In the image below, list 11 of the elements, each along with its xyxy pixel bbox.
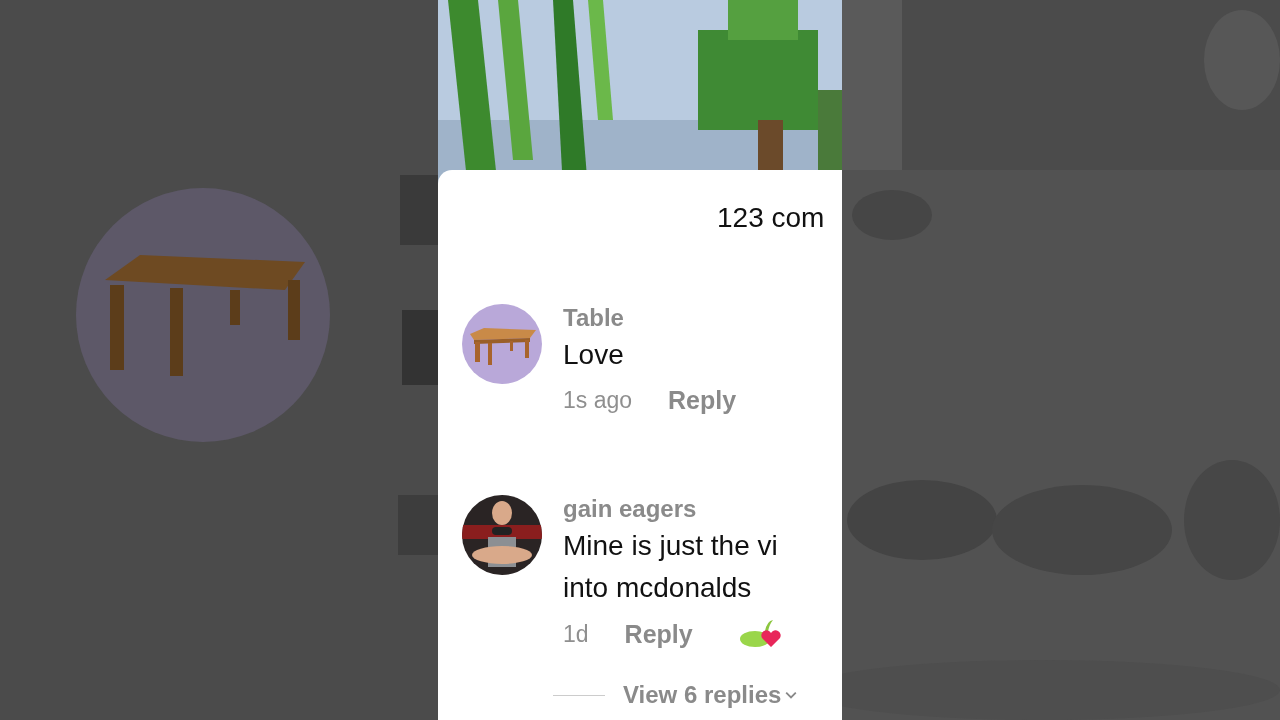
comment-author[interactable]: gain eagers	[563, 495, 783, 523]
reply-button[interactable]: Reply	[668, 386, 737, 415]
comment-author[interactable]: Table	[563, 304, 737, 332]
comment-text: Love	[563, 338, 625, 372]
comment-time: 1d	[563, 620, 589, 648]
view-replies-link[interactable]: View 6 replies	[623, 681, 798, 709]
caret-icon	[785, 689, 798, 701]
comments-count: 123 com	[716, 202, 826, 234]
comment-time: 1s ago	[563, 387, 633, 414]
comment-text: Mine is just the vi into mcdonalds	[563, 529, 779, 605]
reply-button[interactable]: Reply	[624, 619, 693, 649]
